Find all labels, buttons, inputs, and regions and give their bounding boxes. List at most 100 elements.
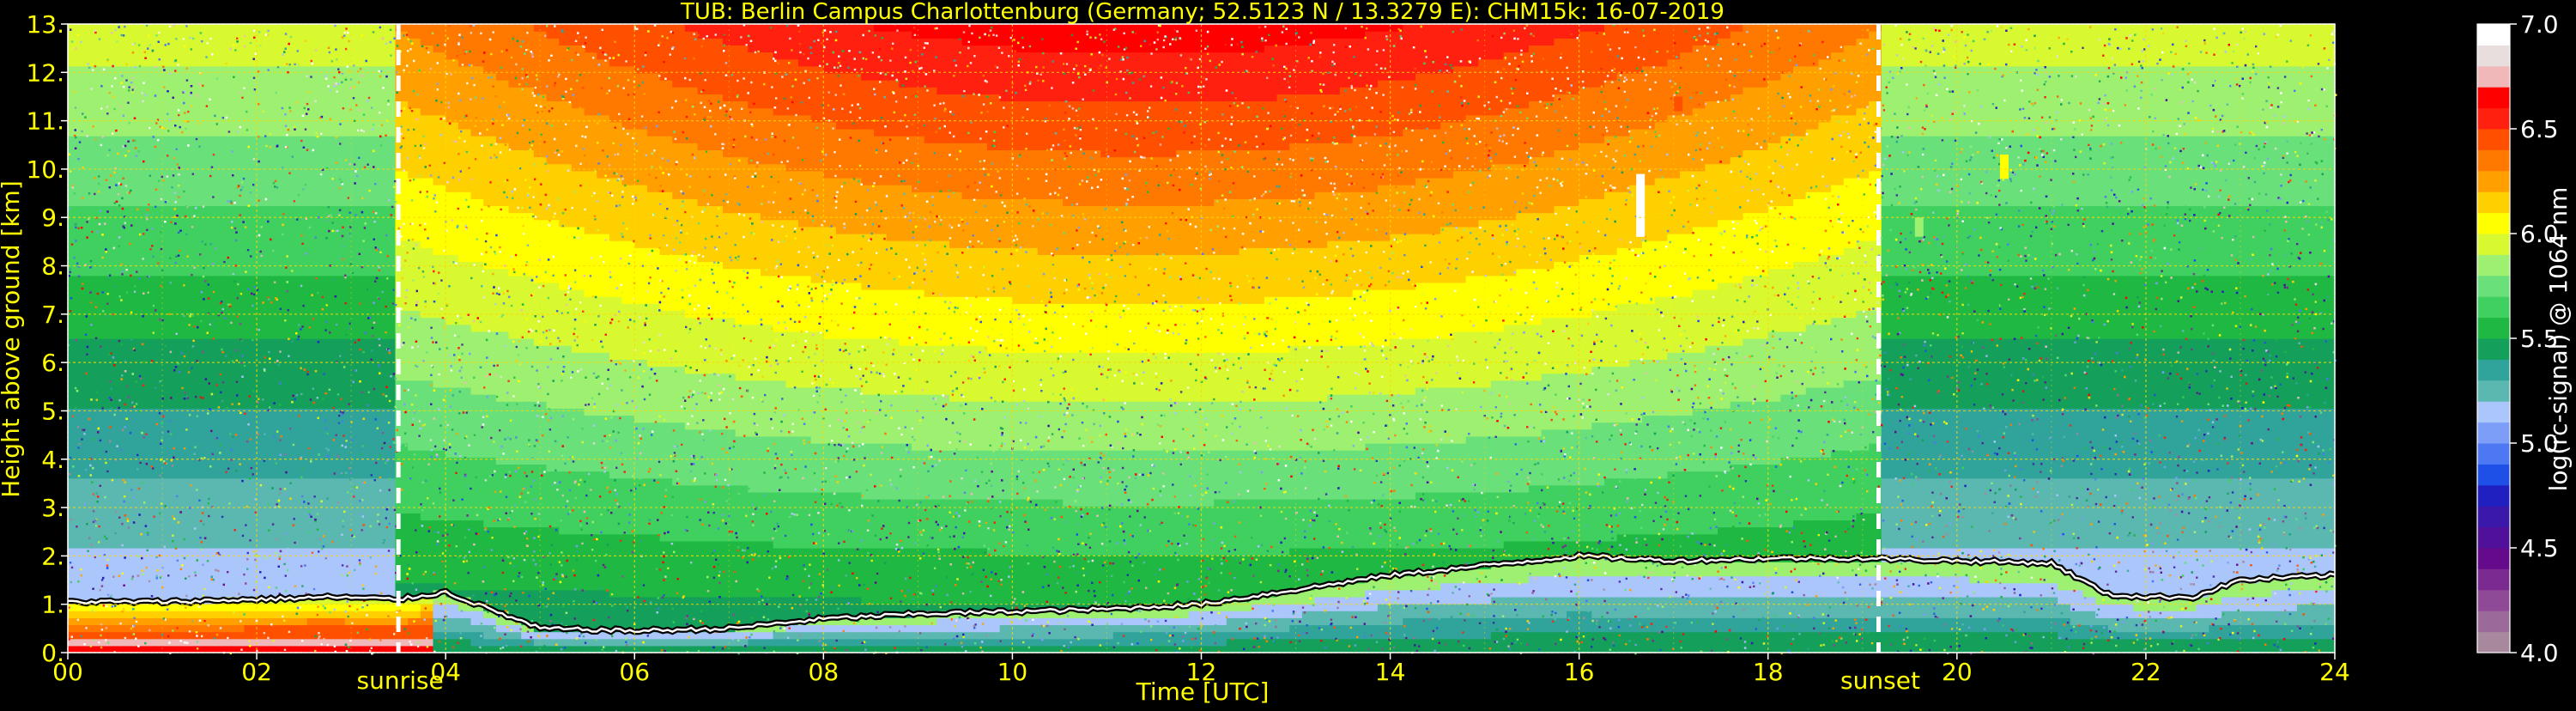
heatmap-cell [143, 149, 156, 157]
heatmap-cell [81, 45, 94, 52]
heatmap-cell [93, 108, 106, 116]
heatmap-cell [219, 534, 232, 542]
heatmap-cell [206, 38, 219, 46]
heatmap-cell [68, 296, 81, 304]
heatmap-cell [194, 220, 207, 228]
heatmap-cell [81, 220, 94, 228]
heatmap-cell [143, 234, 156, 241]
heatmap-cell [181, 548, 194, 556]
heatmap-cell [181, 436, 194, 444]
heatmap-cell [68, 534, 81, 542]
heatmap-cell [206, 352, 219, 360]
heatmap-cell [81, 94, 94, 101]
heatmap-cell [168, 401, 181, 409]
heatmap-cell [206, 254, 219, 262]
heatmap-cell [118, 590, 131, 598]
heatmap-cell [68, 415, 81, 422]
heatmap-cell [232, 568, 245, 576]
heatmap-cell [68, 157, 81, 165]
heatmap-cell [143, 80, 156, 88]
heatmap-cell [93, 464, 106, 471]
heatmap-cell [219, 527, 232, 535]
heatmap-cell [81, 66, 94, 74]
heatmap-cell [194, 415, 207, 422]
heatmap-cell [181, 485, 194, 493]
heatmap-cell [93, 94, 106, 101]
heatmap-cell [106, 359, 118, 367]
heatmap-cell [232, 541, 245, 549]
heatmap-cell [81, 506, 94, 514]
heatmap-cell [118, 185, 131, 192]
heatmap-cell [232, 387, 245, 395]
heatmap-cell [81, 198, 94, 206]
heatmap-cell [181, 541, 194, 549]
heatmap-cell [156, 401, 169, 409]
heatmap-cell [194, 590, 207, 598]
heatmap-cell [81, 555, 94, 562]
heatmap-cell [106, 136, 118, 143]
heatmap-cell [194, 471, 207, 479]
heatmap-cell [219, 122, 232, 130]
heatmap-cell [194, 422, 207, 430]
heatmap-cell [118, 562, 131, 569]
heatmap-cell [168, 583, 181, 591]
heatmap-cell [130, 303, 143, 311]
heatmap-cell [143, 450, 156, 458]
heatmap-cell [219, 178, 232, 185]
heatmap-cell [106, 247, 118, 255]
heatmap-cell [206, 100, 219, 108]
heatmap-cell [143, 73, 156, 81]
heatmap-cell [181, 471, 194, 479]
heatmap-cell [93, 143, 106, 150]
heatmap-cell [93, 227, 106, 234]
heatmap-cell [106, 513, 118, 520]
heatmap-cell [219, 247, 232, 255]
heatmap-cell [232, 227, 245, 234]
heatmap-cell [206, 471, 219, 479]
heatmap-cell [143, 352, 156, 360]
heatmap-cell [106, 254, 118, 262]
heatmap-cell [106, 331, 118, 339]
heatmap-cell [93, 276, 106, 283]
heatmap-cell [194, 303, 207, 311]
heatmap-cell [130, 213, 143, 221]
heatmap-cell [143, 429, 156, 437]
heatmap-cell [118, 499, 131, 507]
heatmap-cell [168, 24, 181, 32]
heatmap-cell [68, 527, 81, 535]
heatmap-cell [106, 450, 118, 458]
heatmap-cell [194, 513, 207, 520]
heatmap-cell [143, 325, 156, 332]
heatmap-cell [156, 254, 169, 262]
heatmap-cell [181, 45, 194, 52]
heatmap-cell [143, 617, 156, 625]
heatmap-cell [168, 562, 181, 569]
heatmap-cell [181, 59, 194, 67]
heatmap-cell [206, 639, 219, 647]
heatmap-cell [181, 73, 194, 81]
heatmap-cell [206, 247, 219, 255]
heatmap-cell [219, 108, 232, 116]
heatmap-cell [130, 478, 143, 486]
heatmap-cell [168, 478, 181, 486]
heatmap-cell [181, 296, 194, 304]
heatmap-cell [168, 129, 181, 137]
heatmap-cell [68, 45, 81, 52]
heatmap-cell [194, 611, 207, 618]
heatmap-cell [181, 576, 194, 584]
heatmap-cell [143, 534, 156, 542]
heatmap-cell [81, 276, 94, 283]
heatmap-cell [181, 262, 194, 270]
heatmap-cell [194, 254, 207, 262]
heatmap-cell [168, 52, 181, 60]
heatmap-cell [93, 471, 106, 479]
heatmap-cell [118, 331, 131, 339]
heatmap-cell [181, 234, 194, 241]
heatmap-cell [81, 513, 94, 520]
heatmap-cell [68, 289, 81, 297]
heatmap-cell [168, 352, 181, 360]
heatmap-cell [219, 262, 232, 270]
heatmap-cell [168, 624, 181, 632]
heatmap-cell [206, 52, 219, 60]
heatmap-cell [143, 359, 156, 367]
